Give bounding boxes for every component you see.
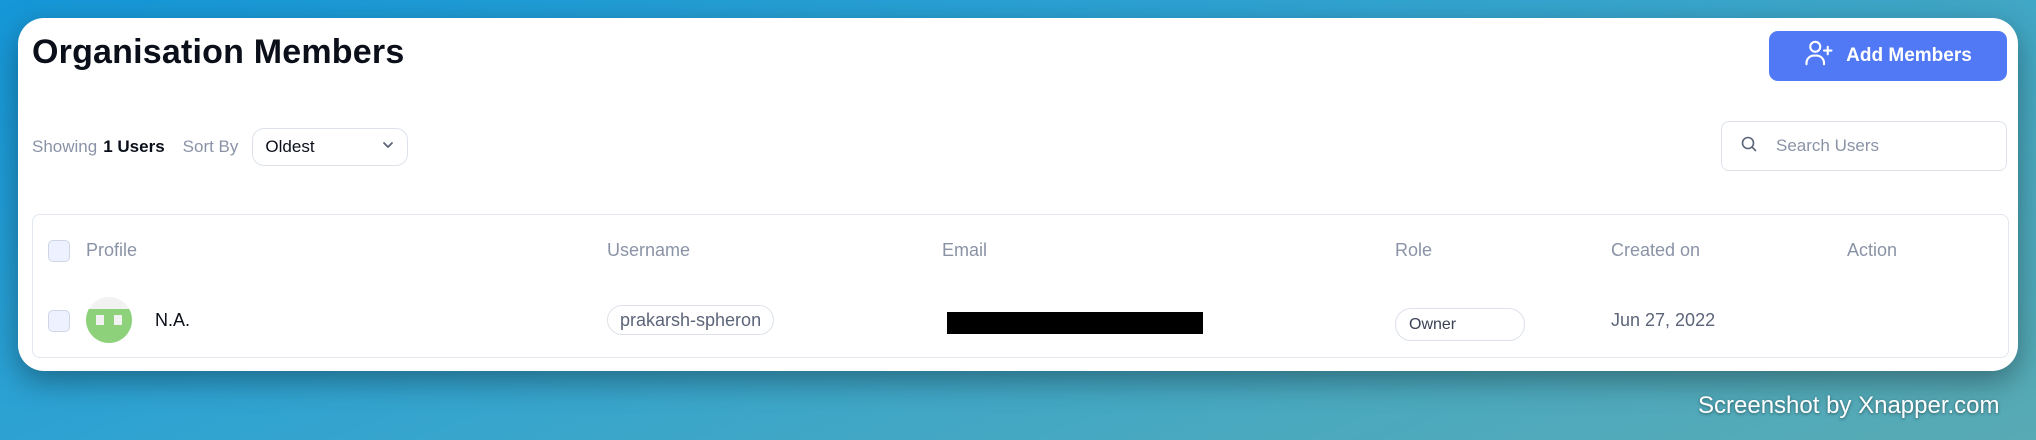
column-header-username: Username	[607, 240, 691, 260]
column-header-profile: Profile	[86, 240, 138, 260]
username-badge: prakarsh-spheron	[607, 305, 775, 335]
member-name: N.A.	[155, 310, 191, 330]
add-user-icon	[1804, 38, 1834, 74]
search-box[interactable]	[1721, 121, 2007, 171]
email-redacted	[947, 312, 1203, 334]
role-badge: Owner	[1395, 308, 1525, 341]
sort-value: Oldest	[265, 137, 315, 156]
add-members-button[interactable]: Add Members	[1769, 31, 2007, 81]
column-header-email: Email	[942, 240, 988, 260]
chevron-down-icon	[381, 137, 395, 157]
created-on-date: Jun 27, 2022	[1611, 310, 1716, 330]
add-members-label: Add Members	[1846, 45, 1972, 66]
user-count: 1 Users	[103, 137, 165, 156]
avatar	[86, 297, 132, 343]
select-all-checkbox[interactable]	[48, 240, 70, 262]
column-header-action: Action	[1847, 240, 1898, 260]
members-table: Profile Username Email Role Created on A…	[32, 214, 2009, 358]
showing-label: Showing	[32, 137, 98, 156]
watermark: Screenshot by Xnapper.com	[1698, 392, 2000, 419]
page-title: Organisation Members	[32, 33, 405, 71]
toolbar: Showing 1 Users Sort By Oldest	[32, 128, 409, 166]
row-checkbox[interactable]	[48, 310, 70, 332]
members-card: Organisation Members Add Members Showing…	[18, 18, 2018, 371]
search-input[interactable]	[1776, 136, 1996, 156]
sort-by-label: Sort By	[182, 137, 239, 156]
search-icon	[1740, 135, 1758, 158]
column-header-created-on: Created on	[1611, 240, 1701, 260]
column-header-role: Role	[1395, 240, 1433, 260]
sort-select[interactable]: Oldest	[252, 128, 409, 166]
